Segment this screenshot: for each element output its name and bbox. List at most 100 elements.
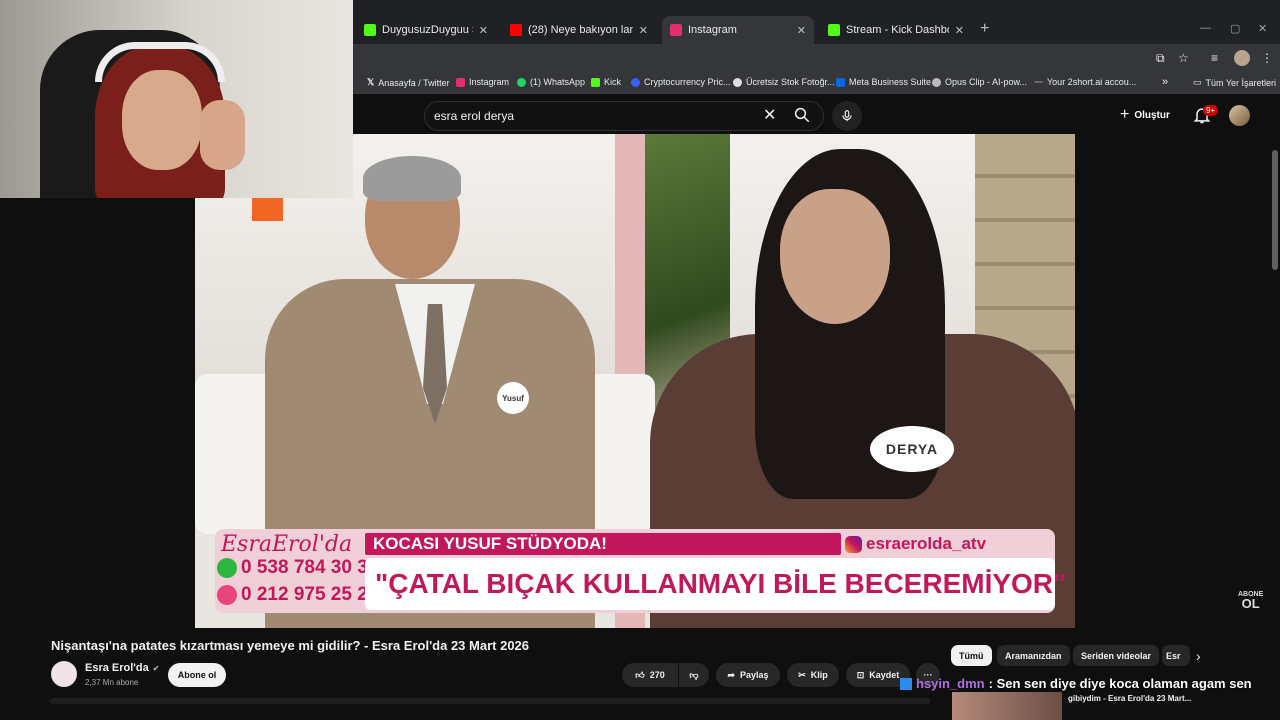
phone-landline: 0 212 975 25 25 [217,584,378,606]
bookmark-2short[interactable]: Your 2short.ai accou... [1034,77,1136,87]
bookmark-whatsapp[interactable]: (1) WhatsApp [517,77,585,87]
media-controls-icon[interactable]: ≡ [1211,51,1218,65]
subscriber-count: 2,37 Mn abone [85,678,139,687]
kick-icon [591,77,600,87]
bookmark-meta[interactable]: Meta Business Suite [836,77,931,87]
kebab-menu-icon[interactable]: ⋮ [1261,51,1273,65]
youtube-icon [510,24,522,36]
bookmark-icon: ⊡ [856,669,865,680]
create-button[interactable]: + Oluştur [1120,106,1170,124]
bookmark-instagram[interactable]: Instagram [456,77,509,87]
recommended-thumbnail[interactable] [952,692,1062,720]
name-tag-derya: DERYA [870,426,954,472]
instagram-icon [845,535,862,553]
star-icon[interactable]: ☆ [1178,51,1189,65]
chip-series-videos[interactable]: Seriden videolar [1073,645,1160,666]
name-tag-yusuf: Yusuf [497,382,529,414]
instagram-handle: esraerolda_atv [845,534,986,554]
coin-icon [631,77,640,87]
share-label: Paylaş [740,670,769,680]
close-icon[interactable]: ✕ [479,24,488,37]
close-icon[interactable]: ✕ [955,24,964,37]
bookmark-label: (1) WhatsApp [530,77,586,87]
tab-label: Instagram [688,24,737,36]
bookmark-crypto[interactable]: Cryptocurrency Pric... [631,77,731,87]
clear-search-icon[interactable]: ✕ [763,105,776,125]
share-button[interactable]: ➦ Paylaş [716,663,780,687]
close-icon[interactable]: ✕ [639,24,648,37]
clip-label: Klip [810,670,828,680]
tab-instagram[interactable]: Instagram ✕ [662,16,814,44]
window-close-icon[interactable]: ✕ [1258,22,1267,35]
chip-all[interactable]: Tümü [951,645,992,666]
video-title: Nişantaşı'na patates kızartması yemeye m… [51,638,530,653]
instagram-handle-text: esraerolda_atv [866,534,987,553]
search-icon[interactable] [793,106,811,124]
install-app-icon[interactable]: ⧉ [1156,51,1165,66]
phone-number: 0 538 784 30 30 [241,557,379,578]
like-count: 270 [649,670,665,680]
streamer-webcam [0,0,353,198]
kick-icon [828,24,840,36]
clip-button[interactable]: ✂ Klip [787,663,839,687]
tab-youtube[interactable]: (28) Neye bakıyon lan kurabiye ✕ [502,16,656,44]
chat-badge-icon [900,677,912,690]
channel-avatar[interactable] [51,661,77,687]
bookmark-stock-photos[interactable]: Ücretsiz Stok Fotoğr... [733,77,835,87]
all-bookmarks-folder[interactable]: ▭ Tüm Yer İşaretleri [1193,77,1276,88]
whatsapp-icon [517,77,526,87]
channel-watermark-logo [252,198,283,221]
page-scrollbar[interactable] [1272,150,1278,270]
bookmarks-overflow-button[interactable]: » [1162,76,1168,88]
create-label: Oluştur [1134,109,1170,121]
chevron-right-icon[interactable]: › [1196,648,1201,664]
screen: { "browser": { "tabs": [ {"label": "Duyg… [0,0,1280,720]
bookmark-label: Cryptocurrency Pric... [644,77,731,87]
thumbs-down-icon: 👎︎ [689,669,699,680]
whatsapp-icon [217,558,237,578]
phone-number: 0 212 975 25 25 [241,584,379,605]
subscribe-button[interactable]: Abone ol [168,663,226,687]
chip-from-search[interactable]: Aramanızdan [997,645,1070,666]
bookmark-label: Anasayfa / Twitter [378,77,450,88]
account-avatar[interactable] [1229,105,1250,126]
verified-icon: ✔ [152,663,160,673]
folder-icon: ▭ [1193,77,1202,87]
subscribe-watermark[interactable]: ABONE OL [1238,590,1263,611]
description-box[interactable] [50,698,930,704]
bookmark-label: Ücretsiz Stok Fotoğr... [746,77,835,87]
channel-name[interactable]: Esra Erol'da ✔ [85,662,159,674]
scissors-icon: ✂ [798,669,806,680]
dislike-button[interactable]: 👎︎ [679,663,709,687]
bookmark-opus-clip[interactable]: Opus Clip - AI-pow... [932,77,1027,87]
voice-search-button[interactable] [832,101,862,131]
like-button[interactable]: 👍︎ 270 [622,663,678,687]
bookmark-kick[interactable]: Kick [591,77,621,87]
search-input[interactable]: esra erol derya [434,109,514,123]
bookmark-label: Instagram [469,77,510,87]
bookmark-label: Tüm Yer İşaretleri [1205,77,1277,88]
link-icon [1034,81,1043,83]
bookmark-twitter[interactable]: 𝕏 Anasayfa / Twitter [367,77,450,88]
headphones [95,42,225,82]
microphone-icon [842,110,852,122]
tab-kick-dashboard[interactable]: Stream - Kick Dashboard ✕ [820,16,972,44]
maximize-icon[interactable]: ▢ [1230,22,1240,35]
video-player[interactable]: Yusuf DERYA EsraErol'da KOCASI YUSUF STÜ… [195,134,1075,628]
notification-badge: 9+ [1203,105,1219,116]
guest-woman-face [780,189,890,324]
close-icon[interactable]: ✕ [797,24,806,37]
new-tab-button[interactable]: + [980,20,989,38]
channel-name-text: Esra Erol'da [85,662,149,674]
minimize-icon[interactable]: — [1200,22,1211,34]
watermark-big: OL [1241,596,1260,611]
chip-esra[interactable]: Esr [1162,645,1190,666]
browser-profile-avatar[interactable] [1234,50,1250,66]
recommended-title[interactable]: gibiydim - Esra Erol'da 23 Mart... [1068,694,1191,703]
instagram-icon [456,77,465,87]
tab-kick-stream[interactable]: DuygusuzDuyguu Stream - Wa ✕ [356,16,496,44]
chat-overlay-message: hsyin_dmn: Sen sen diye diye koca olaman… [900,676,1252,691]
bookmark-label: Your 2short.ai accou... [1047,77,1137,87]
bookmark-label: Kick [604,77,622,87]
plus-icon: + [1120,106,1130,123]
